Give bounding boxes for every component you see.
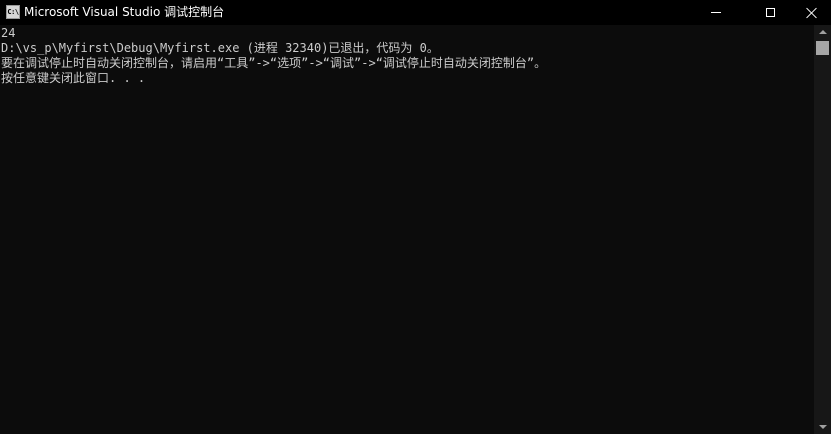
console-line: 按任意键关闭此窗口. . .	[1, 71, 146, 85]
minimize-button[interactable]	[693, 0, 739, 25]
console-output[interactable]: 24 D:\vs_p\Myfirst\Debug\Myfirst.exe (进程…	[1, 26, 813, 434]
scroll-up-button[interactable]	[814, 25, 831, 39]
console-line: D:\vs_p\Myfirst\Debug\Myfirst.exe (进程 32…	[1, 41, 439, 55]
vertical-scrollbar[interactable]	[814, 25, 831, 434]
scroll-thumb[interactable]	[816, 41, 829, 55]
scroll-down-button[interactable]	[814, 420, 831, 434]
maximize-button[interactable]	[747, 0, 793, 25]
title-bar[interactable]: C:\ Microsoft Visual Studio 调试控制台	[0, 0, 831, 25]
console-line: 24	[1, 26, 16, 40]
console-window: C:\ Microsoft Visual Studio 调试控制台 24 D:\…	[0, 0, 831, 434]
console-line: 要在调试停止时自动关闭控制台，请启用“工具”->“选项”->“调试”->“调试停…	[1, 56, 547, 70]
close-icon	[805, 7, 817, 19]
chevron-up-icon	[818, 30, 827, 34]
console-app-icon[interactable]: C:\	[6, 5, 20, 19]
window-title: Microsoft Visual Studio 调试控制台	[24, 5, 225, 19]
minimize-icon	[711, 12, 721, 13]
close-button[interactable]	[788, 0, 831, 25]
maximize-icon	[765, 8, 775, 17]
chevron-down-icon	[818, 425, 827, 429]
